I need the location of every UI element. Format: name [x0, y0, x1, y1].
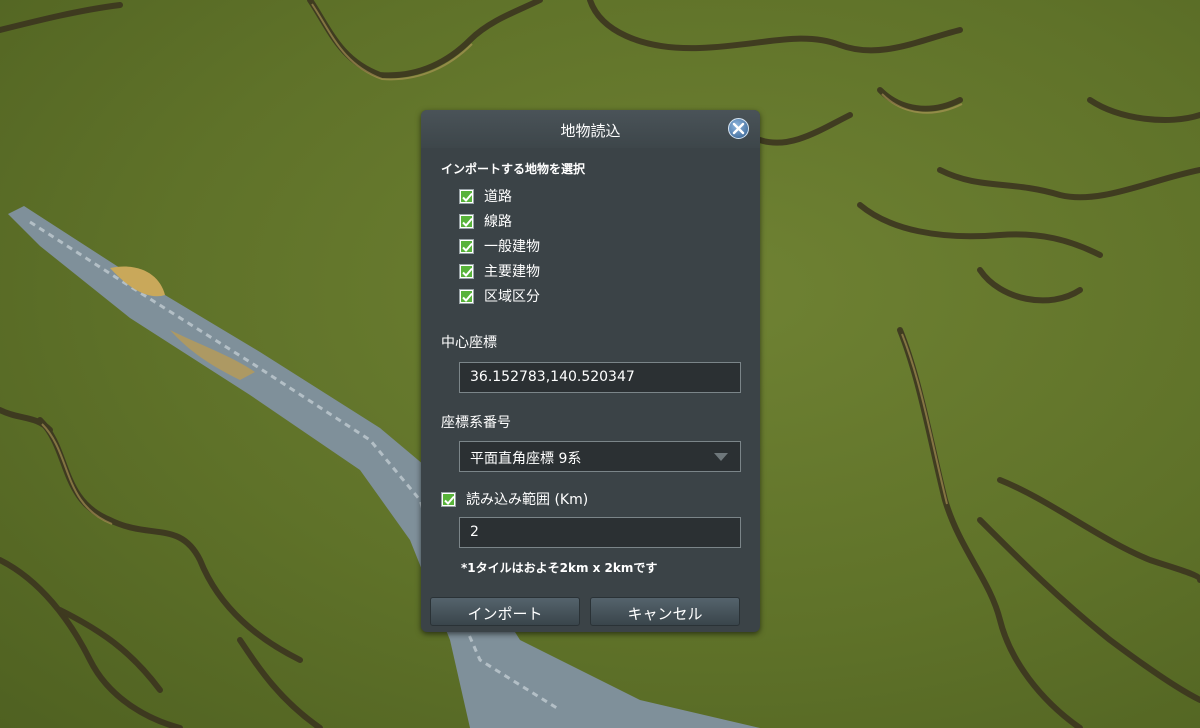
check-icon: [462, 242, 473, 252]
coord-system-value: 平面直角座標 9系: [470, 451, 582, 467]
close-icon: [732, 122, 745, 135]
range-label: 読み込み範囲 (Km): [466, 492, 589, 508]
checkbox[interactable]: [459, 213, 474, 229]
close-button[interactable]: [728, 118, 749, 139]
range-checkbox-row[interactable]: 読み込み範囲 (Km): [441, 490, 588, 508]
checkbox[interactable]: [459, 188, 474, 204]
checkbox[interactable]: [459, 263, 474, 279]
checkbox[interactable]: [459, 238, 474, 254]
feature-label: 道路: [484, 189, 512, 205]
feature-label: 主要建物: [484, 264, 540, 280]
cancel-button[interactable]: キャンセル: [590, 597, 740, 626]
feature-checkbox-road[interactable]: 道路: [459, 187, 512, 205]
feature-checkbox-general-buildings[interactable]: 一般建物: [459, 237, 540, 255]
check-icon: [462, 192, 473, 202]
feature-label: 線路: [484, 214, 512, 230]
coord-system-label: 座標系番号: [441, 415, 511, 431]
coord-system-dropdown[interactable]: 平面直角座標 9系: [459, 441, 741, 472]
feature-checkbox-railway[interactable]: 線路: [459, 212, 512, 230]
tile-size-note: *1タイルはおよそ2km x 2kmです: [461, 561, 658, 575]
chevron-down-icon: [714, 453, 728, 461]
feature-import-dialog: 地物読込 インポートする地物を選択 道路 線路 一般建物 主要建物 区域区分 中…: [421, 110, 760, 632]
feature-label: 一般建物: [484, 239, 540, 255]
check-icon: [462, 292, 473, 302]
center-coords-input[interactable]: 36.152783,140.520347: [459, 362, 741, 393]
check-icon: [444, 495, 455, 505]
range-input[interactable]: 2: [459, 517, 741, 548]
range-checkbox[interactable]: [441, 491, 456, 507]
feature-select-heading: インポートする地物を選択: [441, 162, 586, 176]
feature-label: 区域区分: [484, 289, 540, 305]
center-coords-label: 中心座標: [441, 335, 497, 351]
check-icon: [462, 217, 473, 227]
feature-checkbox-zoning[interactable]: 区域区分: [459, 287, 540, 305]
checkbox[interactable]: [459, 288, 474, 304]
check-icon: [462, 267, 473, 277]
dialog-titlebar[interactable]: 地物読込: [421, 110, 760, 148]
import-button[interactable]: インポート: [430, 597, 580, 626]
dialog-title: 地物読込: [560, 122, 621, 140]
feature-checkbox-major-buildings[interactable]: 主要建物: [459, 262, 540, 280]
